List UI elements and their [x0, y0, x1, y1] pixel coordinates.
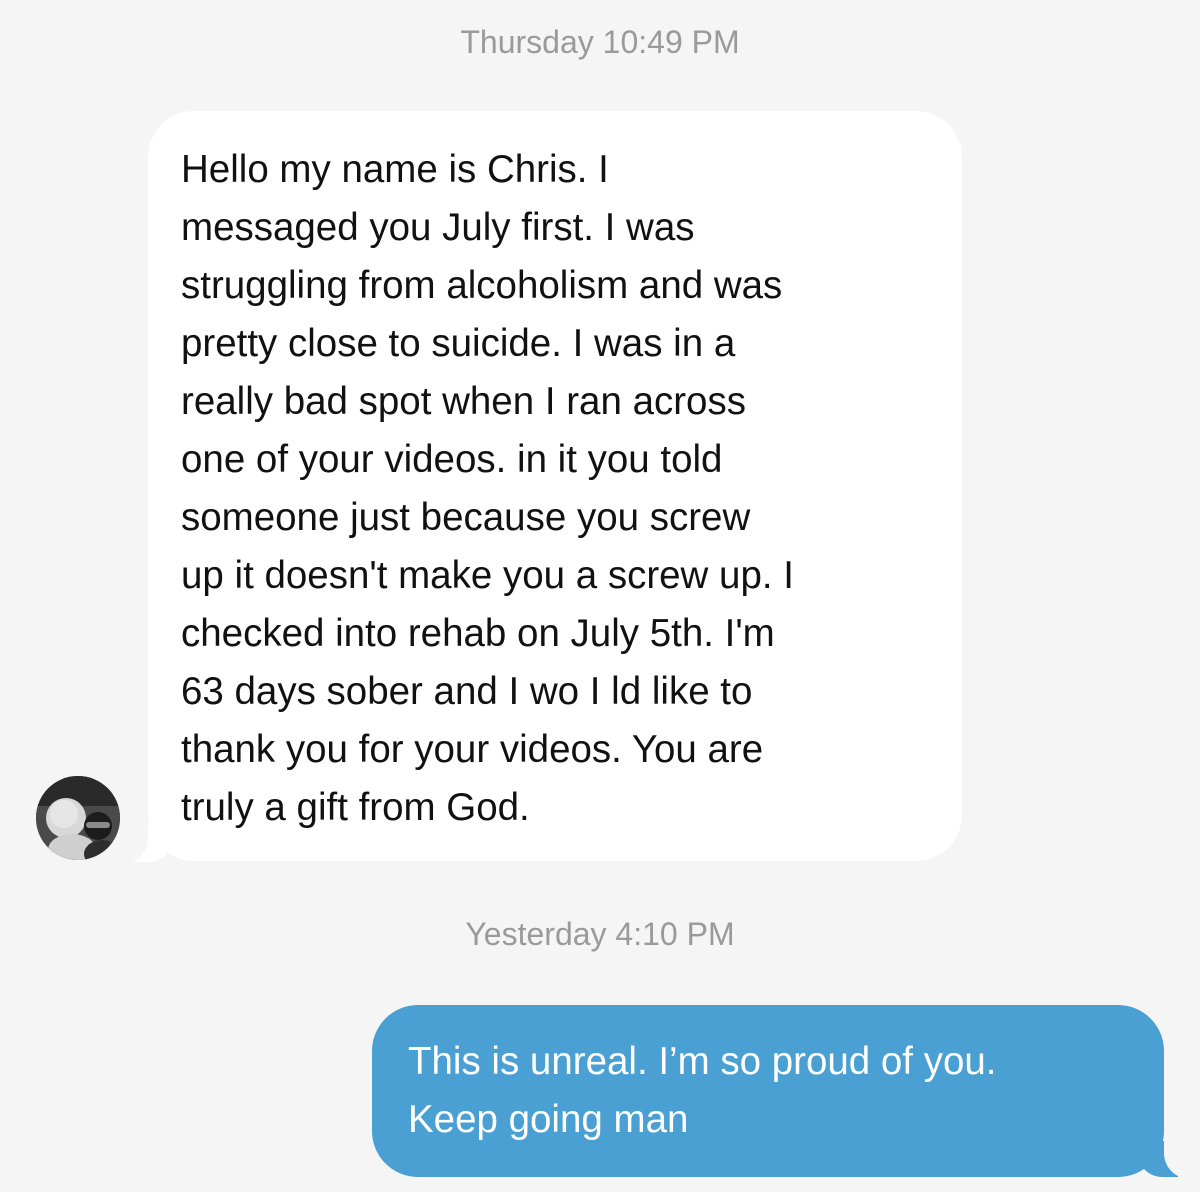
timestamp-thursday: Thursday 10:49 PM — [460, 24, 740, 60]
outgoing-message-bubble[interactable]: This is unreal. I’m so proud of you. Kee… — [372, 1005, 1164, 1177]
avatar-photo-icon — [36, 776, 120, 860]
timestamp-yesterday: Yesterday 4:10 PM — [465, 916, 735, 952]
incoming-message-bubble[interactable]: Hello my name is Chris. I messaged you J… — [148, 111, 962, 861]
sender-avatar[interactable] — [36, 776, 120, 860]
